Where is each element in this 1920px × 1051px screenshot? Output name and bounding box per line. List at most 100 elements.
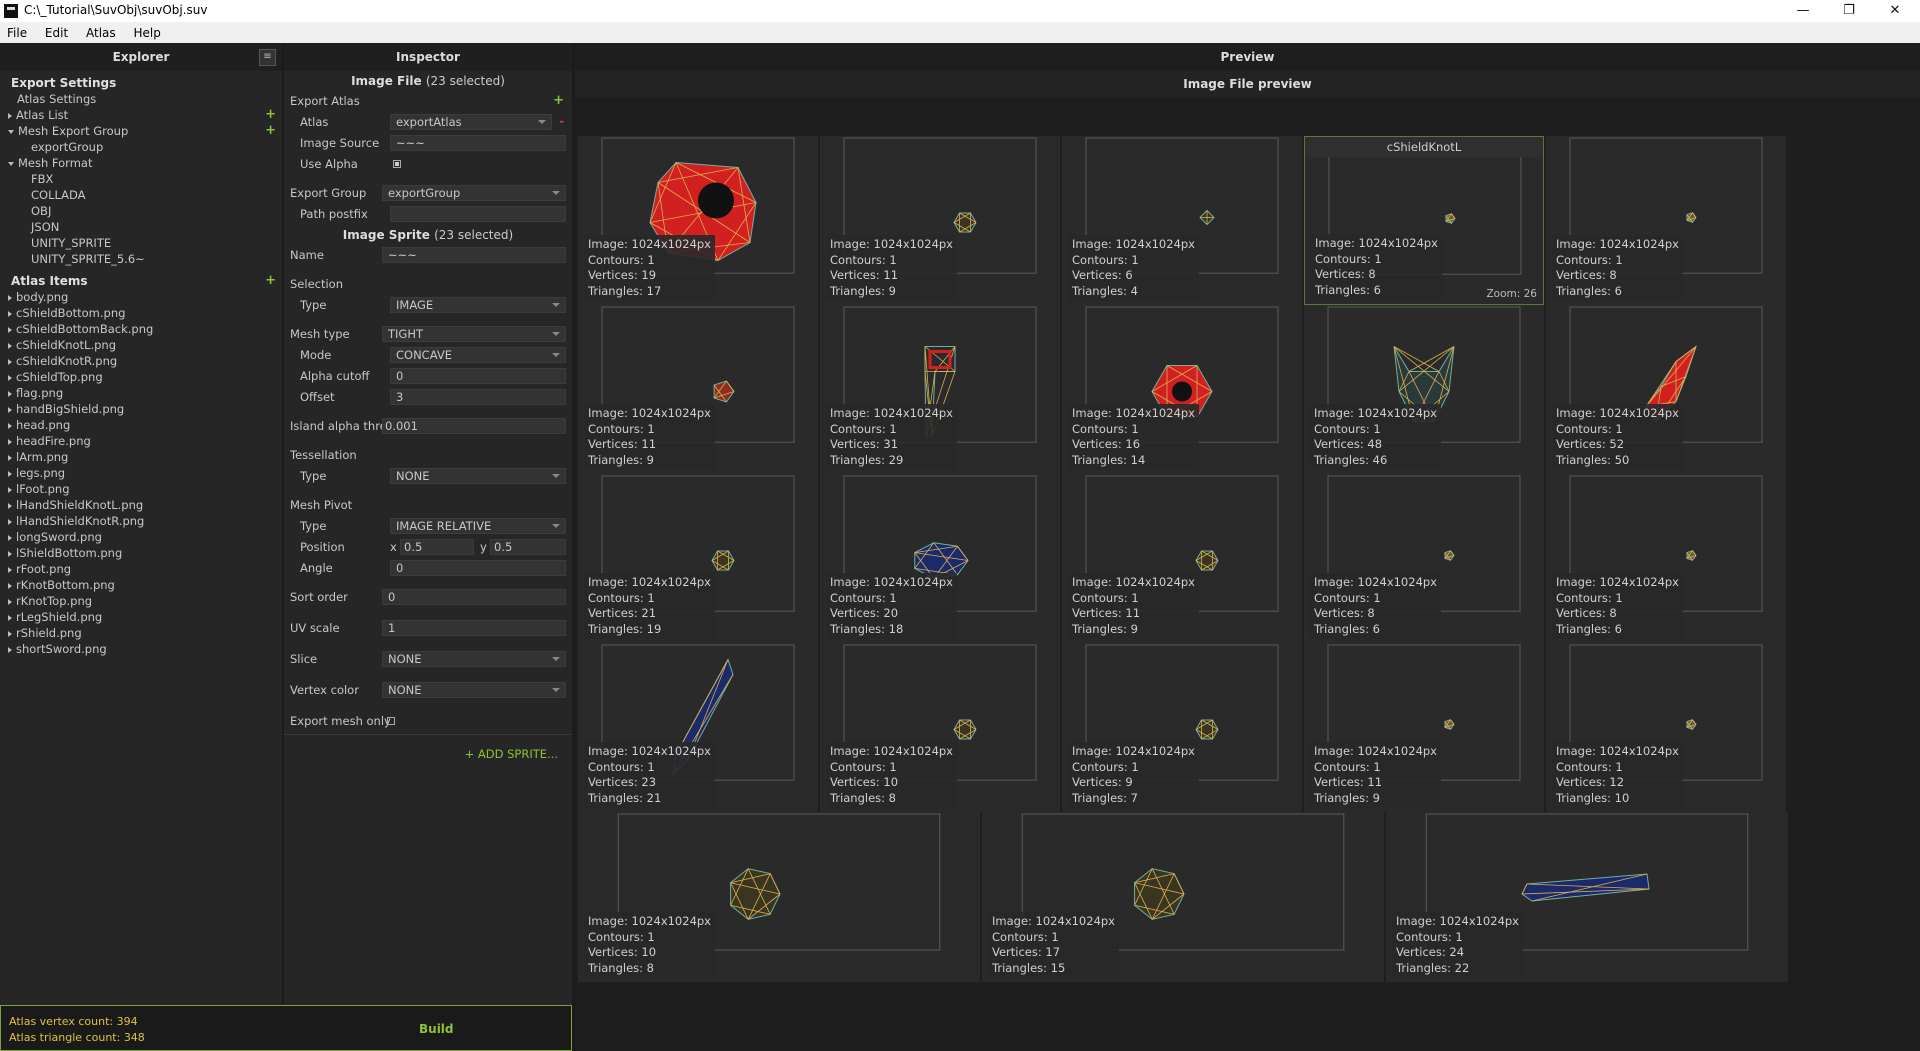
tree-item[interactable]: Mesh Export Group +: [0, 123, 282, 139]
mode-select[interactable]: CONCAVE: [390, 347, 566, 363]
atlas-item[interactable]: cShieldBottomBack.png: [0, 321, 282, 337]
caret-right-icon[interactable]: [8, 112, 12, 119]
caret-down-icon[interactable]: [8, 161, 14, 166]
tree-item[interactable]: UNITY_SPRITE: [0, 235, 282, 251]
caret-right-icon[interactable]: [8, 326, 12, 333]
caret-right-icon[interactable]: [8, 582, 12, 589]
caret-right-icon[interactable]: [8, 566, 12, 573]
menu-atlas[interactable]: Atlas: [79, 22, 123, 42]
atlas-item[interactable]: lFoot.png: [0, 481, 282, 497]
slice-select[interactable]: NONE: [382, 651, 566, 667]
tree-item[interactable]: JSON: [0, 219, 282, 235]
caret-right-icon[interactable]: [8, 406, 12, 413]
atlas-item[interactable]: headFire.png: [0, 433, 282, 449]
angle-input[interactable]: 0: [390, 560, 566, 576]
caret-right-icon[interactable]: [8, 518, 12, 525]
add-export-atlas-button[interactable]: +: [553, 93, 564, 108]
preview-tile[interactable]: Image: 1024x1024px Contours: 1 Vertices: 5…: [1546, 305, 1786, 474]
atlas-item[interactable]: rKnotBottom.png: [0, 577, 282, 593]
preview-tile[interactable]: Image: 1024x1024px Contours: 1 Vertices: 4…: [1304, 305, 1544, 474]
atlas-item[interactable]: flag.png: [0, 385, 282, 401]
atlas-item[interactable]: cShieldKnotR.png: [0, 353, 282, 369]
atlas-item[interactable]: cShieldTop.png: [0, 369, 282, 385]
selection-type-select[interactable]: IMAGE: [390, 297, 566, 313]
menu-file[interactable]: File: [0, 22, 34, 42]
mesh-type-select[interactable]: TIGHT: [382, 326, 566, 342]
add-atlas-item-button[interactable]: +: [265, 273, 276, 289]
atlas-item[interactable]: lArm.png: [0, 449, 282, 465]
preview-tile[interactable]: Image: 1024x1024px Contours: 1 Vertices: 2…: [820, 474, 1060, 643]
add-sprite-button[interactable]: + ADD SPRITE...: [465, 747, 558, 761]
caret-right-icon[interactable]: [8, 630, 12, 637]
preview-tile[interactable]: Image: 1024x1024px Contours: 1 Vertices: 1…: [1062, 474, 1302, 643]
caret-right-icon[interactable]: [8, 294, 12, 301]
preview-tile[interactable]: Image: 1024x1024px Contours: 1 Vertices: 2…: [1386, 812, 1788, 982]
preview-tile[interactable]: Image: 1024x1024px Contours: 1 Vertices: 2…: [578, 643, 818, 812]
atlas-item[interactable]: cShieldKnotL.png: [0, 337, 282, 353]
preview-tile[interactable]: Image: 1024x1024px Contours: 1 Vertices: 2…: [578, 474, 818, 643]
caret-right-icon[interactable]: [8, 646, 12, 653]
alpha-cutoff-input[interactable]: 0: [390, 368, 566, 384]
uv-scale-input[interactable]: 1: [382, 620, 566, 636]
caret-right-icon[interactable]: [8, 422, 12, 429]
preview-tile[interactable]: Image: 1024x1024px Contours: 1 Vertices: 1…: [1062, 305, 1302, 474]
caret-right-icon[interactable]: [8, 374, 12, 381]
atlas-item[interactable]: head.png: [0, 417, 282, 433]
tree-item[interactable]: UNITY_SPRITE_5.6~: [0, 251, 282, 267]
image-source-input[interactable]: ~~~: [390, 135, 566, 151]
add-button[interactable]: +: [265, 123, 276, 139]
preview-tile[interactable]: Image: 1024x1024px Contours: 1 Vertices: 1…: [820, 136, 1060, 305]
caret-right-icon[interactable]: [8, 390, 12, 397]
build-button[interactable]: Build: [419, 1022, 454, 1036]
caret-right-icon[interactable]: [8, 358, 12, 365]
preview-tile[interactable]: Image: 1024x1024px Contours: 1 Vertices: 8…: [1304, 474, 1544, 643]
menu-icon[interactable]: ≡: [259, 49, 276, 66]
preview-tile[interactable]: Image: 1024x1024px Contours: 1 Vertices: 8…: [1546, 474, 1786, 643]
remove-atlas-button[interactable]: -: [559, 114, 564, 128]
caret-right-icon[interactable]: [8, 598, 12, 605]
atlas-item[interactable]: rLegShield.png: [0, 609, 282, 625]
atlas-item[interactable]: rKnotTop.png: [0, 593, 282, 609]
caret-right-icon[interactable]: [8, 438, 12, 445]
atlas-item[interactable]: rFoot.png: [0, 561, 282, 577]
tessellation-type-select[interactable]: NONE: [390, 468, 566, 484]
menu-help[interactable]: Help: [126, 22, 167, 42]
caret-right-icon[interactable]: [8, 454, 12, 461]
path-postfix-input[interactable]: [390, 206, 566, 222]
caret-down-icon[interactable]: [8, 129, 14, 134]
caret-right-icon[interactable]: [8, 486, 12, 493]
export-group-select[interactable]: exportGroup: [382, 185, 566, 201]
preview-tile[interactable]: Image: 1024x1024px Contours: 1 Vertices: 3…: [820, 305, 1060, 474]
tree-item[interactable]: Mesh Format: [0, 155, 282, 171]
atlas-item[interactable]: handBigShield.png: [0, 401, 282, 417]
atlas-item[interactable]: longSword.png: [0, 529, 282, 545]
use-alpha-checkbox[interactable]: [393, 160, 401, 168]
atlas-select[interactable]: exportAtlas: [390, 114, 552, 130]
atlas-item[interactable]: rShield.png: [0, 625, 282, 641]
export-mesh-only-checkbox[interactable]: [387, 717, 395, 725]
atlas-item[interactable]: lHandShieldKnotR.png: [0, 513, 282, 529]
preview-tile[interactable]: Image: 1024x1024px Contours: 1 Vertices: 9…: [1062, 643, 1302, 812]
preview-tile[interactable]: Image: 1024x1024px Contours: 1 Vertices: 1…: [820, 643, 1060, 812]
tree-item[interactable]: exportGroup: [0, 139, 282, 155]
caret-right-icon[interactable]: [8, 342, 12, 349]
sort-order-input[interactable]: 0: [382, 589, 566, 605]
tree-item[interactable]: FBX: [0, 171, 282, 187]
vertex-color-select[interactable]: NONE: [382, 682, 566, 698]
caret-right-icon[interactable]: [8, 550, 12, 557]
atlas-item[interactable]: lShieldBottom.png: [0, 545, 282, 561]
preview-tile[interactable]: cShieldKnotL Zoom: 26 Image: 1024x1024px Co…: [1304, 136, 1544, 305]
preview-tile[interactable]: Image: 1024x1024px Contours: 1 Vertices: 1…: [578, 305, 818, 474]
atlas-item[interactable]: lHandShieldKnotL.png: [0, 497, 282, 513]
offset-input[interactable]: 3: [390, 389, 566, 405]
caret-right-icon[interactable]: [8, 614, 12, 621]
restore-button[interactable]: ❐: [1826, 0, 1872, 22]
preview-tile[interactable]: Image: 1024x1024px Contours: 1 Vertices: 1…: [578, 812, 980, 982]
atlas-item[interactable]: cShieldBottom.png: [0, 305, 282, 321]
close-button[interactable]: ✕: [1872, 0, 1918, 22]
atlas-item[interactable]: legs.png: [0, 465, 282, 481]
pivot-type-select[interactable]: IMAGE RELATIVE: [390, 518, 566, 534]
island-alpha-input[interactable]: 0.001: [382, 418, 566, 434]
preview-tile[interactable]: Image: 1024x1024px Contours: 1 Vertices: 8…: [1546, 136, 1786, 305]
preview-tile[interactable]: Image: 1024x1024px Contours: 1 Vertices: 1…: [578, 136, 818, 305]
